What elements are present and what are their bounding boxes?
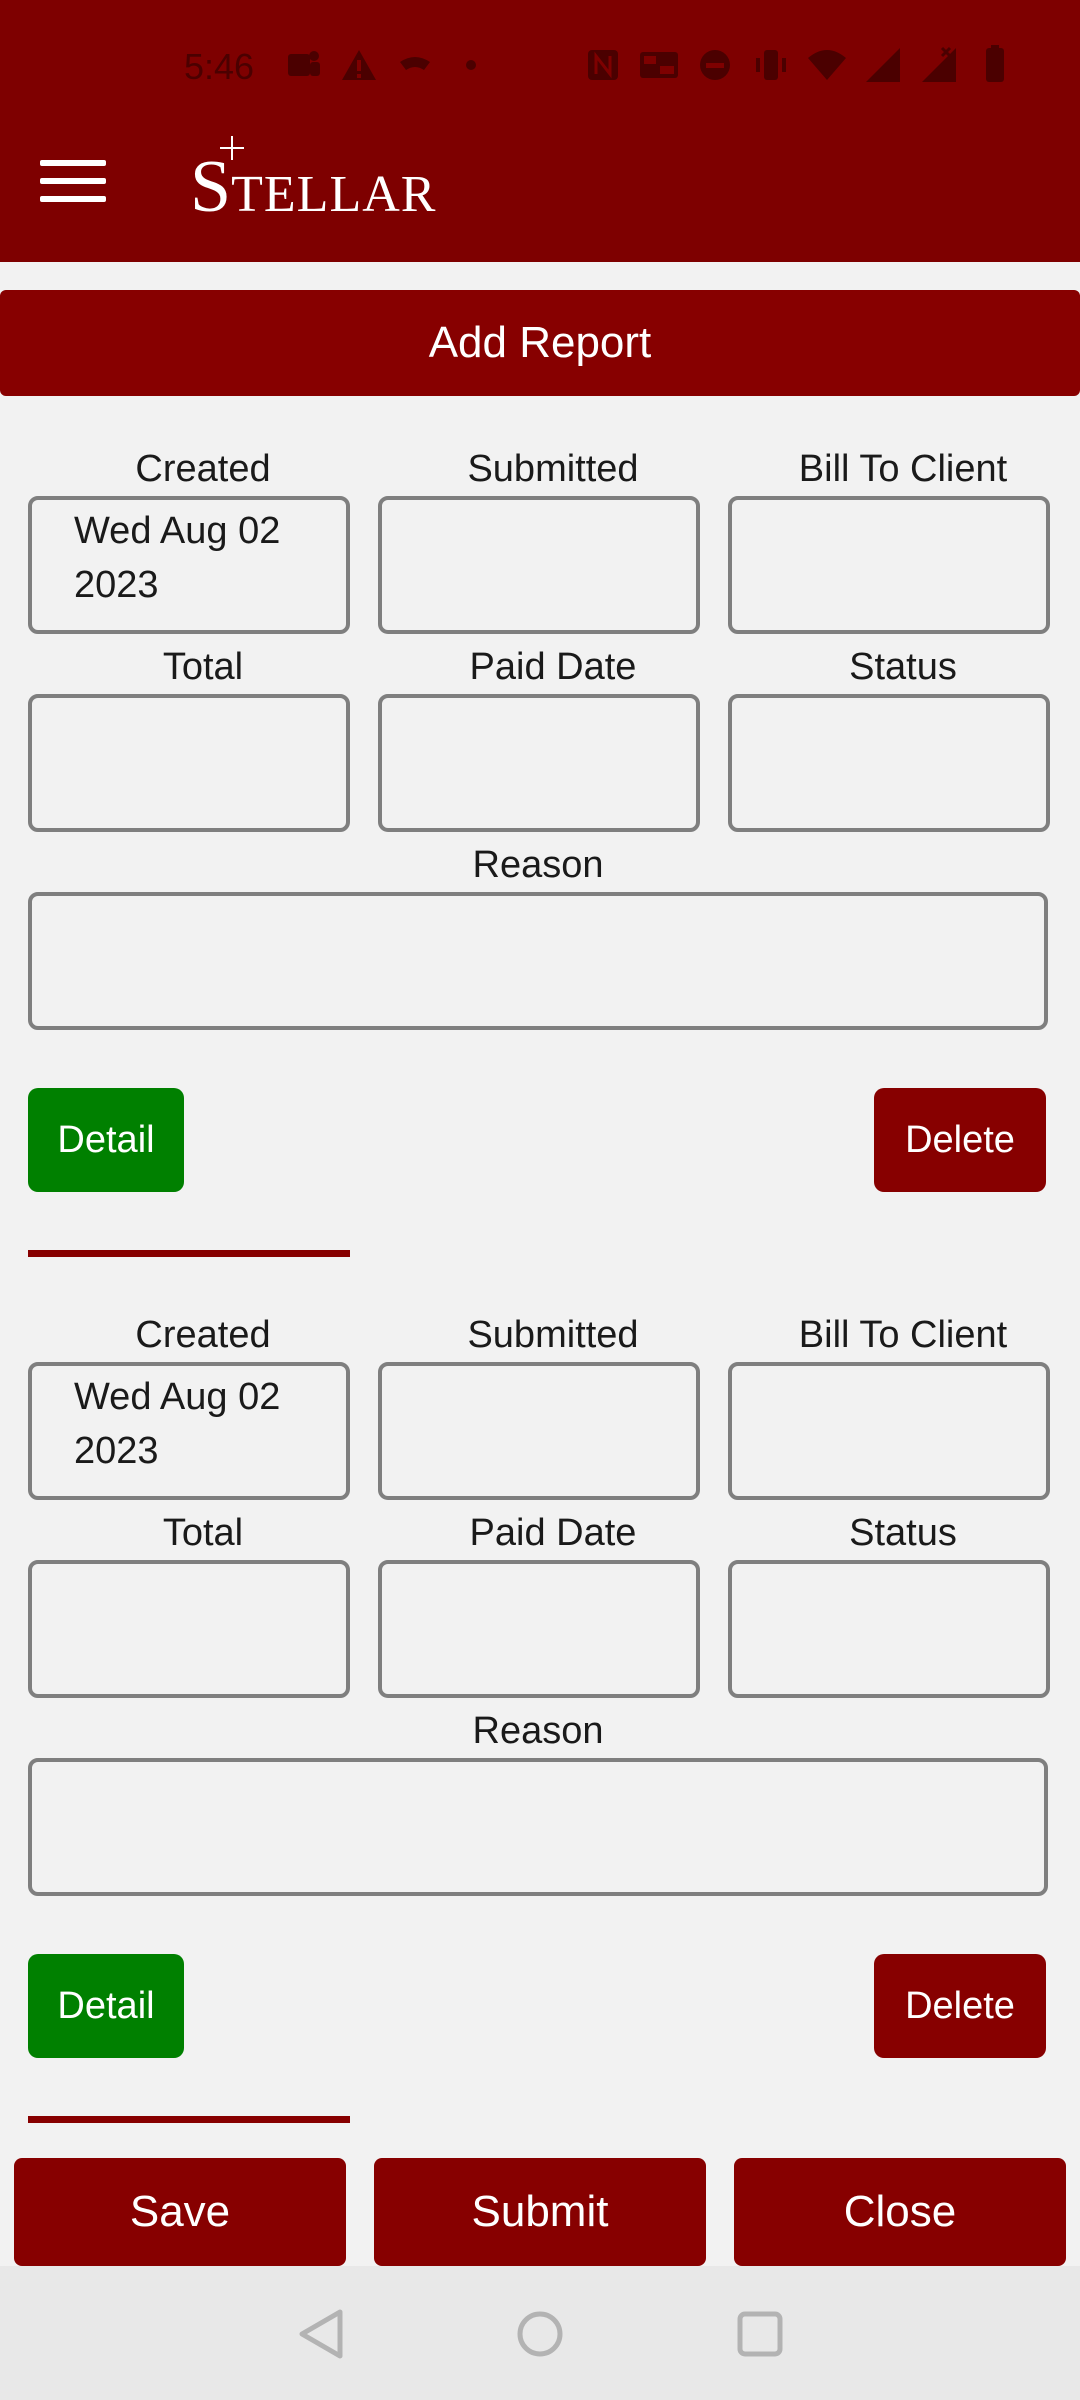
- wifi-icon: [808, 50, 846, 80]
- back-icon[interactable]: [282, 2294, 362, 2374]
- sparkle-icon: [220, 136, 244, 160]
- submitted-label: Submitted: [467, 448, 639, 490]
- created-label: Created: [135, 448, 271, 490]
- nfc-icon: [588, 50, 618, 80]
- add-report-button[interactable]: Add Report: [0, 290, 1080, 396]
- paid-date-label: Paid Date: [469, 646, 637, 688]
- warning-icon: [342, 50, 376, 80]
- reason-label: Reason: [472, 844, 604, 886]
- menu-line: [40, 178, 106, 184]
- created-date-line2: 2023: [74, 564, 159, 606]
- total-field[interactable]: [28, 694, 350, 832]
- status-label: Status: [849, 1512, 957, 1554]
- submitted-label: Submitted: [467, 1314, 639, 1356]
- status-time: 5:46: [184, 46, 255, 87]
- status-field[interactable]: [728, 694, 1050, 832]
- volte-icon: [640, 52, 678, 78]
- reason-field[interactable]: [28, 892, 1048, 1030]
- created-date-line2: 2023: [74, 1430, 159, 1472]
- stellar-logo: STELLAR: [190, 136, 437, 232]
- total-label: Total: [162, 646, 244, 688]
- bill-to-client-field[interactable]: [728, 496, 1050, 634]
- recents-icon[interactable]: [720, 2294, 800, 2374]
- close-button[interactable]: Close: [734, 2158, 1066, 2266]
- delete-button[interactable]: Delete: [874, 1954, 1046, 2058]
- paid-date-field[interactable]: [378, 694, 700, 832]
- menu-line: [40, 160, 106, 166]
- total-field[interactable]: [28, 1560, 350, 1698]
- signal-icon: [866, 48, 900, 82]
- reason-label: Reason: [472, 1710, 604, 1752]
- report-divider: [28, 2116, 350, 2123]
- submitted-field[interactable]: [378, 1362, 700, 1500]
- app-header: 5:46 STELLAR: [0, 0, 1080, 262]
- bill-to-client-field[interactable]: [728, 1362, 1050, 1500]
- logo-text: TELLAR: [231, 166, 437, 223]
- action-bar: Save Submit Close: [0, 2158, 1080, 2266]
- notification-icons: [282, 44, 492, 86]
- bill-to-client-label: Bill To Client: [798, 448, 1008, 490]
- paid-date-field[interactable]: [378, 1560, 700, 1698]
- report-card: Created Submitted Bill To Client Wed Aug…: [0, 396, 1080, 1257]
- reason-field[interactable]: [28, 1758, 1048, 1896]
- created-field[interactable]: Wed Aug 02 2023: [28, 1362, 350, 1500]
- hamburger-menu-icon[interactable]: [40, 160, 106, 208]
- system-nav-bar: [0, 2266, 1080, 2400]
- status-field[interactable]: [728, 1560, 1050, 1698]
- handshake-icon: [400, 57, 430, 70]
- bill-to-client-label: Bill To Client: [798, 1314, 1008, 1356]
- teams-icon: [288, 51, 320, 76]
- submitted-field[interactable]: [378, 496, 700, 634]
- battery-icon: [986, 45, 1004, 82]
- detail-button[interactable]: Detail: [28, 1088, 184, 1192]
- status-bar: 5:46: [0, 40, 1080, 100]
- dot-icon: [466, 60, 476, 70]
- signal-x-icon: [922, 46, 956, 82]
- home-icon[interactable]: [500, 2294, 580, 2374]
- dnd-icon: [700, 50, 730, 80]
- created-field[interactable]: Wed Aug 02 2023: [28, 496, 350, 634]
- submit-button[interactable]: Submit: [374, 2158, 706, 2266]
- total-label: Total: [162, 1512, 244, 1554]
- save-button[interactable]: Save: [14, 2158, 346, 2266]
- paid-date-label: Paid Date: [469, 1512, 637, 1554]
- status-label: Status: [849, 646, 957, 688]
- vibrate-icon: [756, 50, 786, 80]
- created-date-line1: Wed Aug 02: [74, 1376, 281, 1418]
- system-icons: [582, 44, 1016, 86]
- detail-button[interactable]: Detail: [28, 1954, 184, 2058]
- report-divider: [28, 1250, 350, 1257]
- created-label: Created: [135, 1314, 271, 1356]
- menu-line: [40, 196, 106, 202]
- report-card: Created Submitted Bill To Client Wed Aug…: [0, 1262, 1080, 2123]
- delete-button[interactable]: Delete: [874, 1088, 1046, 1192]
- created-date-line1: Wed Aug 02: [74, 510, 281, 552]
